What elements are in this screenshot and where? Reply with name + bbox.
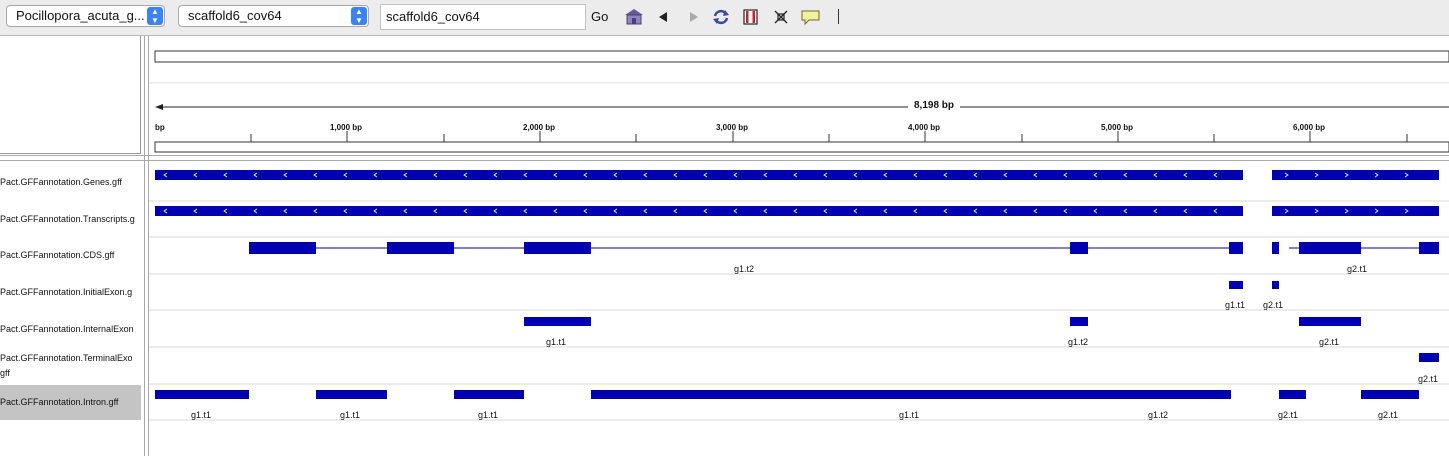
toolbar: Pocillopora_acuta_g... ▲ ▼ scaffold6_cov6… (0, 0, 1449, 36)
back-icon[interactable] (655, 8, 673, 26)
locus-input[interactable]: scaffold6_cov64 (380, 4, 586, 30)
go-button[interactable]: Go (591, 9, 608, 24)
internal-exon-block[interactable] (1070, 317, 1088, 326)
internal-exon-track[interactable] (524, 317, 1361, 326)
internal-exon-block[interactable] (1299, 317, 1361, 326)
intron-block[interactable] (454, 390, 524, 399)
feature-label: g2.t1 (1418, 374, 1439, 384)
track-name-initial-exon[interactable]: Pact.GFFannotation.InitialExon.g (0, 287, 141, 298)
header-divider[interactable] (0, 155, 1449, 156)
feature-label: g2.t1 (1347, 264, 1368, 274)
name-panel-header (0, 36, 141, 154)
chromosome-value: scaffold6_cov64 (188, 8, 282, 23)
track-name-terminal-exon[interactable]: Pact.GFFannotation.TerminalExo (0, 353, 141, 364)
feature-label: g1.t2 (734, 264, 755, 274)
cds-track[interactable] (249, 242, 1439, 254)
transcript-feature-g1[interactable] (155, 206, 1243, 216)
ruler-tick-label: 6,000 bp (1293, 123, 1326, 132)
feature-label: g1.t1 (191, 410, 212, 420)
intron-block[interactable] (591, 390, 1231, 399)
ruler-tick-label: 3,000 bp (716, 123, 749, 132)
chromosome-ideogram[interactable] (154, 50, 1449, 63)
track-name-transcripts[interactable]: Pact.GFFannotation.Transcripts.g (0, 214, 141, 225)
chevron-updown-icon: ▲ ▼ (147, 7, 163, 25)
initial-exon-track[interactable] (1229, 281, 1279, 289)
track-name-intron-label: Pact.GFFannotation.Intron.gff (0, 397, 119, 407)
feature-label: g2.t1 (1263, 300, 1284, 310)
popup-icon[interactable] (800, 8, 822, 26)
cds-block[interactable] (1070, 242, 1088, 254)
chevron-updown-icon: ▲ ▼ (351, 7, 367, 25)
ruler-ticks (250, 131, 1408, 142)
track-name-internal-exon[interactable]: Pact.GFFannotation.InternalExon (0, 324, 141, 335)
forward-icon[interactable] (684, 8, 702, 26)
cds-block[interactable] (1229, 242, 1243, 254)
feature-label: g1.t1 (340, 410, 361, 420)
feature-label: g1.t1 (478, 410, 499, 420)
terminal-exon-track[interactable] (1419, 353, 1439, 362)
initial-exon-block[interactable] (1272, 281, 1279, 289)
intron-block[interactable] (316, 390, 387, 399)
intron-block[interactable] (1361, 390, 1419, 399)
feature-label: g2.t1 (1319, 337, 1340, 347)
intron-block[interactable] (155, 390, 249, 399)
track-name-terminal-exon-suffix[interactable]: gff (0, 368, 141, 379)
genome-dropdown[interactable]: Pocillopora_acuta_g... ▲ ▼ (6, 5, 165, 27)
cds-block[interactable] (249, 242, 316, 254)
toolbar-separator (838, 9, 839, 24)
feature-label: g1.t2 (1148, 410, 1169, 420)
transcripts-track[interactable] (155, 206, 1439, 216)
panel-divider[interactable] (144, 36, 145, 456)
gene-feature-g2[interactable] (1272, 170, 1439, 180)
feature-label: g1.t1 (1225, 300, 1246, 310)
ruler-tick-label: 4,000 bp (908, 123, 941, 132)
transcript-feature-g2[interactable] (1272, 206, 1439, 216)
region-icon[interactable] (742, 8, 760, 26)
feature-label: g2.t1 (1278, 410, 1299, 420)
ruler-panel[interactable] (149, 36, 1449, 154)
locus-value: scaffold6_cov64 (386, 9, 480, 24)
internal-exon-block[interactable] (524, 317, 591, 326)
genes-track[interactable] (155, 170, 1439, 180)
intron-block[interactable] (1279, 390, 1306, 399)
terminal-exon-block[interactable] (1419, 353, 1439, 362)
cds-block[interactable] (387, 242, 454, 254)
track-name-cds[interactable]: Pact.GFFannotation.CDS.gff (0, 250, 141, 261)
track-name-intron[interactable]: Pact.GFFannotation.Intron.gff (0, 385, 141, 420)
genome-value: Pocillopora_acuta_g... (16, 8, 145, 23)
span-left-arrow (155, 104, 163, 110)
cds-block[interactable] (1299, 242, 1361, 254)
resize-icon[interactable] (772, 8, 790, 26)
gene-feature-g1[interactable] (155, 170, 1243, 180)
chromosome-dropdown[interactable]: scaffold6_cov64 ▲ ▼ (178, 5, 369, 27)
ruler-track (154, 141, 1449, 153)
track-name-genes[interactable]: Pact.GFFannotation.Genes.gff (0, 177, 141, 188)
feature-label: g1.t1 (546, 337, 567, 347)
home-icon[interactable] (624, 8, 644, 26)
refresh-icon[interactable] (711, 8, 731, 26)
cds-block[interactable] (1272, 242, 1279, 254)
feature-label: g1.t1 (899, 410, 920, 420)
initial-exon-block[interactable] (1229, 281, 1243, 289)
cds-block[interactable] (1419, 242, 1439, 254)
intron-track[interactable] (155, 390, 1419, 399)
track-separators (149, 200, 1449, 421)
span-label: 8,198 bp (908, 100, 961, 111)
ruler-start-label: bp (155, 123, 165, 132)
ruler-tick-label: 5,000 bp (1101, 123, 1134, 132)
cds-block[interactable] (524, 242, 591, 254)
feature-label: g2.t1 (1378, 410, 1399, 420)
feature-label: g1.t2 (1068, 337, 1089, 347)
ruler-tick-label: 1,000 bp (330, 123, 363, 132)
ruler-tick-label: 2,000 bp (523, 123, 556, 132)
